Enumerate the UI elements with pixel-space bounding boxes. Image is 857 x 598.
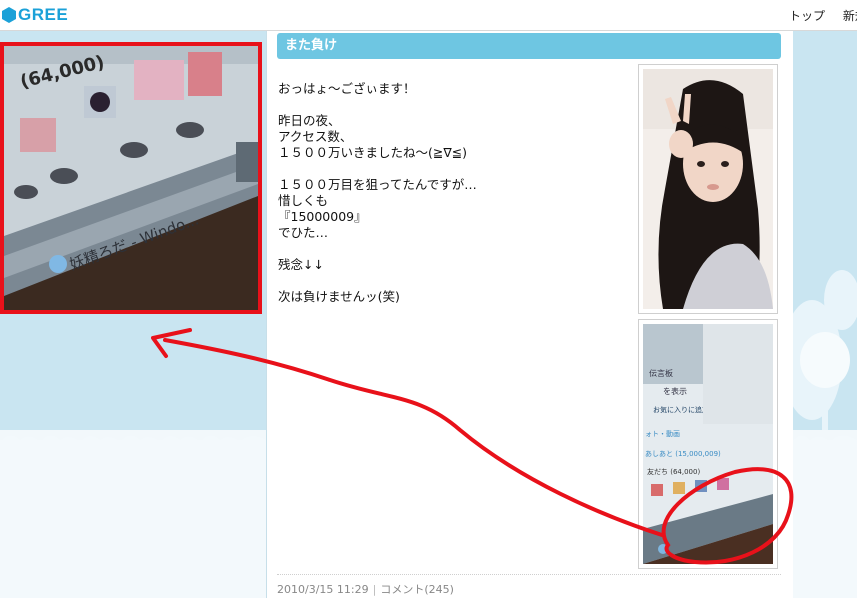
screen-line: 伝言板 — [649, 368, 673, 378]
entry-date: 2010/3/15 11:29 — [277, 583, 369, 596]
body-line: １５００万目を狙ってたんですが… — [278, 177, 477, 192]
gree-logo[interactable]: GREE — [2, 5, 68, 25]
tree-decoration — [792, 270, 857, 430]
top-bar: GREE トップ 新規 — [0, 0, 857, 31]
body-line: 昨日の夜、 — [278, 113, 341, 128]
logo-text: GREE — [18, 5, 69, 24]
comment-link[interactable]: コメント(245) — [380, 583, 454, 596]
body-line — [278, 241, 628, 257]
body-line: 残念↓↓ — [278, 257, 324, 272]
nav-top-link[interactable]: トップ — [789, 9, 825, 23]
body-line: 『15000009』 — [278, 209, 367, 224]
entry-photo-screen[interactable]: 伝言板 を表示 お気に入りに追加 ォト・動画 あしあと (15,000,009)… — [638, 319, 778, 569]
body-line — [278, 97, 628, 113]
screen-line: を表示 — [663, 386, 687, 396]
portrait-photo-image — [643, 69, 773, 309]
body-line: アクセス数、 — [278, 129, 353, 144]
footer-separator: | — [372, 583, 377, 596]
screen-line: あしあと (15,000,009) — [645, 450, 721, 458]
screen-line: 友だち (64,000) — [647, 467, 700, 476]
body-line: 次は負けませんッ(笑) — [278, 289, 400, 304]
screen-line: ォト・動画 — [645, 429, 680, 438]
body-line — [278, 273, 628, 289]
screen-line: お気に入りに追加 — [653, 405, 709, 414]
body-line: おっはょ〜ござぃます！ — [278, 81, 416, 96]
footer-divider — [277, 574, 781, 575]
top-nav: トップ 新規 — [789, 7, 857, 24]
body-line: 惜しくも — [278, 193, 329, 208]
entry-title[interactable]: また負け — [277, 33, 781, 59]
body-line — [278, 161, 628, 177]
body-line: でひた… — [278, 225, 329, 240]
entry-body: おっはょ〜ござぃます！ 昨日の夜、 アクセス数、 １５００万いきましたね〜(≧∇… — [278, 81, 628, 305]
screen-photo-image: 伝言板 を表示 お気に入りに追加 ォト・動画 あしあと (15,000,009)… — [643, 324, 773, 564]
nav-new-link[interactable]: 新規 — [843, 9, 857, 23]
zoomed-crop: (64,000) 妖精ろだ - Windo... — [0, 42, 262, 314]
zoomed-screen-image: (64,000) 妖精ろだ - Windo... — [4, 46, 258, 310]
hexagon-logo-icon — [2, 7, 16, 23]
entry-footer: 2010/3/15 11:29 | コメント(245) — [277, 581, 454, 597]
entry-photo-portrait[interactable] — [638, 64, 778, 314]
blog-entry: また負け おっはょ〜ござぃます！ 昨日の夜、 アクセス数、 １５００万いきました… — [266, 31, 793, 598]
body-line: １５００万いきましたね〜(≧∇≦) — [278, 145, 468, 160]
